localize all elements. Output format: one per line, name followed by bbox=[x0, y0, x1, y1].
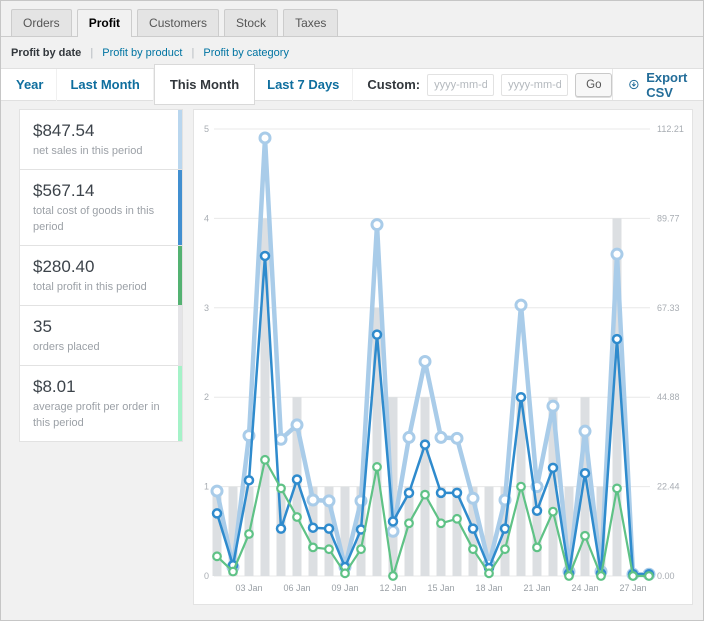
metric-label: orders placed bbox=[33, 340, 166, 356]
subnav-profit-by-category[interactable]: Profit by category bbox=[203, 47, 289, 59]
profit-chart-panel: 0 0.00 1 22.44 2 44.88 3 67.33 4 89.77 5 112.21 03 J… bbox=[193, 109, 693, 605]
export-csv-link[interactable]: Export CSV bbox=[612, 69, 704, 100]
card-stripe bbox=[178, 306, 182, 365]
tab-taxes[interactable]: Taxes bbox=[283, 9, 338, 36]
summary-cards: $847.54 net sales in this period $567.14… bbox=[19, 109, 183, 605]
svg-text:15 Jan: 15 Jan bbox=[427, 583, 454, 593]
svg-text:2: 2 bbox=[204, 392, 209, 402]
download-icon bbox=[629, 77, 639, 92]
svg-text:22.44: 22.44 bbox=[657, 482, 680, 492]
metric-label: average profit per order in this period bbox=[33, 400, 166, 432]
svg-text:27 Jan: 27 Jan bbox=[619, 583, 646, 593]
svg-text:0: 0 bbox=[204, 571, 209, 581]
subnav-separator: | bbox=[191, 47, 194, 59]
subnav-profit-by-date[interactable]: Profit by date bbox=[11, 47, 81, 59]
export-csv-label: Export CSV bbox=[646, 70, 692, 100]
metric-label: net sales in this period bbox=[33, 144, 166, 160]
date-from-input[interactable] bbox=[427, 74, 494, 96]
metric-value: $8.01 bbox=[33, 377, 166, 397]
report-content: $847.54 net sales in this period $567.14… bbox=[1, 101, 703, 605]
metric-label: total cost of goods in this period bbox=[33, 204, 166, 236]
subnav-separator: | bbox=[90, 47, 93, 59]
svg-text:89.77: 89.77 bbox=[657, 213, 680, 223]
svg-text:67.33: 67.33 bbox=[657, 303, 680, 313]
svg-text:5: 5 bbox=[204, 124, 209, 134]
go-button[interactable]: Go bbox=[575, 73, 612, 97]
metric-value: $847.54 bbox=[33, 121, 166, 141]
svg-text:44.88: 44.88 bbox=[657, 392, 680, 402]
period-tab-last-7-days[interactable]: Last 7 Days bbox=[254, 69, 353, 101]
period-tab-this-month[interactable]: This Month bbox=[154, 64, 255, 105]
card-stripe bbox=[178, 366, 182, 441]
svg-text:06 Jan: 06 Jan bbox=[283, 583, 310, 593]
summary-card-orders-placed: 35 orders placed bbox=[19, 305, 183, 366]
report-subnav: Profit by date | Profit by product | Pro… bbox=[1, 37, 703, 68]
summary-card-cost-of-goods: $567.14 total cost of goods in this peri… bbox=[19, 169, 183, 246]
custom-range-label: Custom: bbox=[367, 77, 420, 92]
svg-text:4: 4 bbox=[204, 213, 209, 223]
period-toolbar: Year Last Month This Month Last 7 Days C… bbox=[1, 68, 703, 101]
metric-value: $567.14 bbox=[33, 181, 166, 201]
svg-text:03 Jan: 03 Jan bbox=[235, 583, 262, 593]
svg-text:0.00: 0.00 bbox=[657, 571, 675, 581]
profit-chart[interactable]: 0 0.00 1 22.44 2 44.88 3 67.33 4 89.77 5 112.21 03 J… bbox=[194, 110, 692, 604]
svg-text:1: 1 bbox=[204, 482, 209, 492]
svg-text:21 Jan: 21 Jan bbox=[523, 583, 550, 593]
custom-range-controls: Custom: Go bbox=[367, 73, 612, 97]
date-to-input[interactable] bbox=[501, 74, 568, 96]
svg-text:12 Jan: 12 Jan bbox=[379, 583, 406, 593]
card-stripe bbox=[178, 110, 182, 169]
tab-profit[interactable]: Profit bbox=[77, 9, 132, 37]
card-stripe bbox=[178, 170, 182, 245]
subnav-profit-by-product[interactable]: Profit by product bbox=[102, 47, 182, 59]
summary-card-total-profit: $280.40 total profit in this period bbox=[19, 245, 183, 306]
profit-report-page: Orders Profit Customers Stock Taxes Prof… bbox=[0, 0, 704, 621]
metric-value: $280.40 bbox=[33, 257, 166, 277]
svg-text:3: 3 bbox=[204, 303, 209, 313]
card-stripe bbox=[178, 246, 182, 305]
svg-text:18 Jan: 18 Jan bbox=[475, 583, 502, 593]
summary-card-net-sales: $847.54 net sales in this period bbox=[19, 109, 183, 170]
tab-customers[interactable]: Customers bbox=[137, 9, 219, 36]
tab-stock[interactable]: Stock bbox=[224, 9, 278, 36]
svg-text:24 Jan: 24 Jan bbox=[571, 583, 598, 593]
tab-orders[interactable]: Orders bbox=[11, 9, 72, 36]
svg-text:112.21: 112.21 bbox=[657, 124, 684, 134]
period-tab-last-month[interactable]: Last Month bbox=[57, 69, 153, 101]
metric-label: total profit in this period bbox=[33, 280, 166, 296]
main-tabs: Orders Profit Customers Stock Taxes bbox=[1, 1, 703, 37]
period-tab-year[interactable]: Year bbox=[3, 69, 57, 101]
metric-value: 35 bbox=[33, 317, 166, 337]
summary-card-avg-profit-per-order: $8.01 average profit per order in this p… bbox=[19, 365, 183, 442]
svg-text:09 Jan: 09 Jan bbox=[331, 583, 358, 593]
